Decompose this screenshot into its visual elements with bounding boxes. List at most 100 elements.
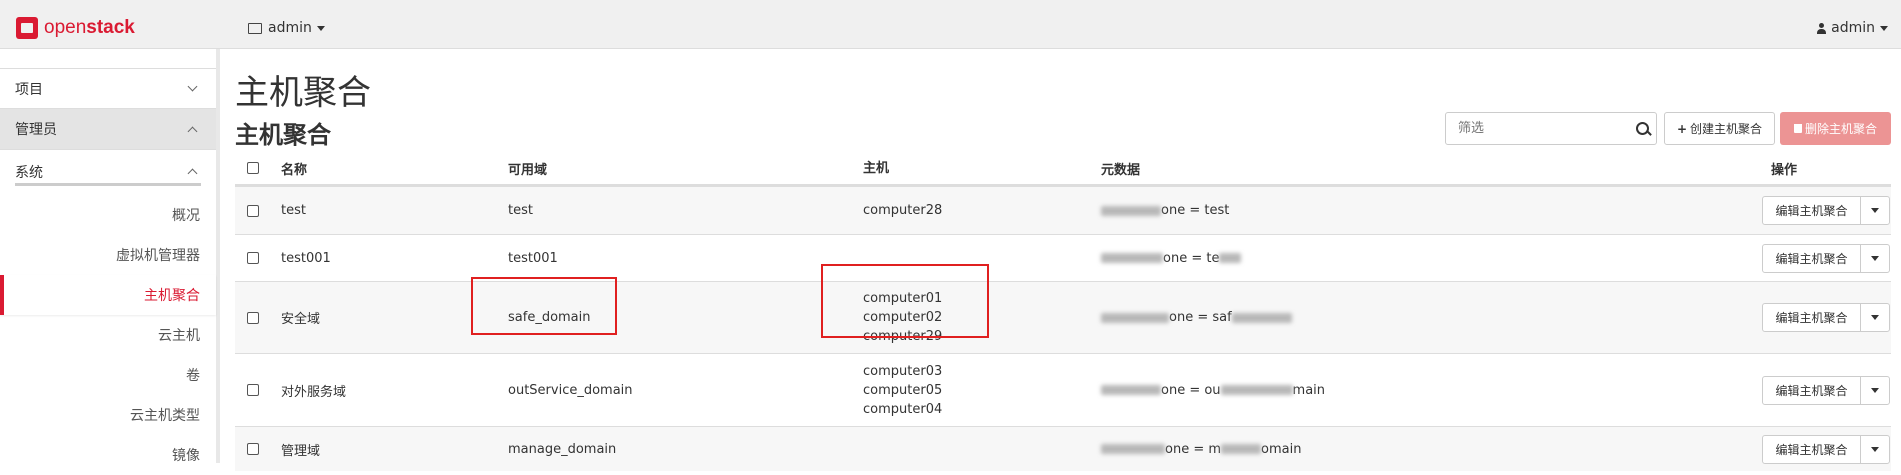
- sidebar-item-label: 云主机类型: [130, 408, 200, 424]
- edit-aggregate-button[interactable]: 编辑主机聚合: [1763, 376, 1861, 404]
- sidebar: 项目 管理员 系统 概况 虚拟机管理器 主机聚合 云主机 卷 云主机类型 镜像: [0, 49, 220, 464]
- row-zone: test: [508, 203, 533, 218]
- sidebar-item-label: 主机聚合: [144, 288, 200, 304]
- row-checkbox[interactable]: [247, 384, 259, 396]
- redacted-text: [1101, 205, 1161, 216]
- row-actions: 编辑主机聚合: [1762, 303, 1890, 332]
- sidebar-section-admin[interactable]: 管理员: [0, 109, 216, 150]
- row-name: 管理域: [281, 443, 321, 459]
- more-actions-dropdown[interactable]: [1861, 197, 1889, 224]
- metadata-text: one = test: [1161, 203, 1230, 218]
- sidebar-section-project[interactable]: 项目: [0, 68, 216, 109]
- host-name: computer03: [863, 363, 943, 379]
- chevron-up-icon: [187, 126, 198, 136]
- table-row: 管理域 manage_domain one = m omain 编辑主机聚合: [235, 426, 1891, 471]
- plus-icon: +: [1676, 121, 1688, 136]
- header-checkbox-cell: [247, 162, 259, 174]
- row-zone: test001: [508, 250, 558, 266]
- sidebar-item-hypervisors[interactable]: 虚拟机管理器: [0, 235, 216, 275]
- metadata-text: one = saf: [1169, 310, 1232, 325]
- trash-icon: [1793, 124, 1802, 133]
- row-checkbox[interactable]: [247, 252, 259, 264]
- column-header-actions: 操作: [1771, 162, 1798, 178]
- delete-aggregates-label: 删除主机聚合: [1804, 122, 1877, 136]
- user-icon: [1817, 22, 1827, 34]
- sidebar-section-label: 管理员: [15, 122, 57, 138]
- redacted-text: [1221, 444, 1262, 454]
- redacted-text: [1101, 444, 1165, 454]
- sidebar-item-instances[interactable]: 云主机: [0, 315, 216, 355]
- more-actions-dropdown[interactable]: [1861, 304, 1889, 331]
- row-name: 对外服务域: [281, 384, 347, 400]
- more-actions-dropdown[interactable]: [1861, 377, 1889, 404]
- action-button-group: 编辑主机聚合: [1762, 243, 1890, 273]
- page-title: 主机聚合: [235, 73, 371, 113]
- edit-aggregate-button[interactable]: 编辑主机聚合: [1763, 435, 1861, 463]
- redacted-text: [1219, 253, 1242, 263]
- sidebar-group-label: 系统: [15, 164, 43, 181]
- action-button-group: 编辑主机聚合: [1762, 196, 1890, 225]
- row-name: 安全域: [281, 312, 321, 327]
- openstack-logo-icon: [16, 17, 38, 39]
- sidebar-item-host-aggregates[interactable]: 主机聚合: [0, 275, 216, 315]
- project-icon: [248, 22, 262, 34]
- metadata-text: main: [1292, 382, 1326, 398]
- create-aggregate-button[interactable]: + 创建主机聚合: [1664, 112, 1775, 145]
- column-header-name[interactable]: 名称: [281, 159, 307, 178]
- row-checkbox[interactable]: [247, 443, 259, 455]
- project-label: admin: [268, 20, 312, 36]
- sidebar-item-flavors[interactable]: 云主机类型: [0, 395, 216, 435]
- column-header-hosts[interactable]: 主机: [863, 159, 889, 178]
- metadata-text: one = m: [1165, 441, 1222, 457]
- column-header-metadata[interactable]: 元数据: [1101, 159, 1140, 178]
- main-content: 主机聚合 主机聚合 + 创建主机聚合 删除主机聚合 名称 可用域 主机 元数据 …: [235, 49, 1901, 471]
- more-actions-dropdown[interactable]: [1861, 245, 1889, 272]
- row-metadata: one = te: [1101, 250, 1242, 266]
- sidebar-section-label: 项目: [15, 81, 43, 98]
- section-title: 主机聚合: [235, 121, 331, 149]
- project-dropdown[interactable]: admin: [248, 20, 325, 36]
- row-checkbox-cell: [247, 443, 259, 455]
- select-all-checkbox[interactable]: [247, 162, 259, 174]
- action-button-group: 编辑主机聚合: [1762, 303, 1890, 332]
- logo-text: openstack: [44, 17, 135, 38]
- sidebar-item-label: 概况: [172, 208, 200, 224]
- user-dropdown[interactable]: admin: [1817, 20, 1888, 36]
- chevron-down-icon: [187, 81, 198, 92]
- openstack-logo[interactable]: openstack: [16, 17, 135, 39]
- chevron-up-icon: [187, 168, 198, 179]
- edit-aggregate-button[interactable]: 编辑主机聚合: [1763, 244, 1861, 272]
- row-actions: 编辑主机聚合: [1762, 196, 1890, 225]
- caret-down-icon: [1871, 255, 1879, 261]
- edit-aggregate-button[interactable]: 编辑主机聚合: [1763, 197, 1861, 224]
- row-metadata: one = ou main: [1101, 383, 1325, 398]
- sidebar-item-images[interactable]: 镜像: [0, 435, 216, 475]
- top-navbar: openstack admin admin: [0, 0, 1901, 49]
- sidebar-item-volumes[interactable]: 卷: [0, 355, 216, 395]
- row-actions: 编辑主机聚合: [1762, 375, 1890, 405]
- sidebar-group-system[interactable]: 系统: [0, 150, 216, 193]
- delete-aggregates-button[interactable]: 删除主机聚合: [1780, 112, 1891, 145]
- caret-down-icon: [1871, 315, 1879, 320]
- table-row: test test computer28 one = test 编辑主机聚合: [235, 186, 1891, 234]
- sidebar-item-label: 云主机: [158, 328, 200, 344]
- table-row: test001 test001 one = te 编辑主机聚合: [235, 234, 1891, 281]
- caret-down-icon: [1871, 387, 1879, 393]
- row-checkbox-cell: [247, 384, 259, 396]
- column-header-zone[interactable]: 可用域: [508, 159, 547, 178]
- sidebar-item-overview[interactable]: 概况: [0, 195, 216, 235]
- row-zone: manage_domain: [508, 441, 617, 457]
- row-actions: 编辑主机聚合: [1762, 434, 1890, 464]
- sidebar-item-label: 镜像: [172, 448, 200, 464]
- edit-aggregate-button[interactable]: 编辑主机聚合: [1763, 304, 1861, 331]
- caret-down-icon: [1880, 25, 1888, 31]
- create-aggregate-label: 创建主机聚合: [1690, 122, 1763, 136]
- more-actions-dropdown[interactable]: [1861, 436, 1889, 463]
- redacted-text: [1101, 312, 1169, 323]
- metadata-text: one = te: [1163, 250, 1220, 266]
- row-checkbox[interactable]: [247, 204, 259, 217]
- row-hosts: computer28: [863, 201, 942, 220]
- search-icon[interactable]: [1632, 114, 1656, 144]
- filter-input[interactable]: [1446, 113, 1632, 144]
- row-checkbox[interactable]: [247, 311, 259, 324]
